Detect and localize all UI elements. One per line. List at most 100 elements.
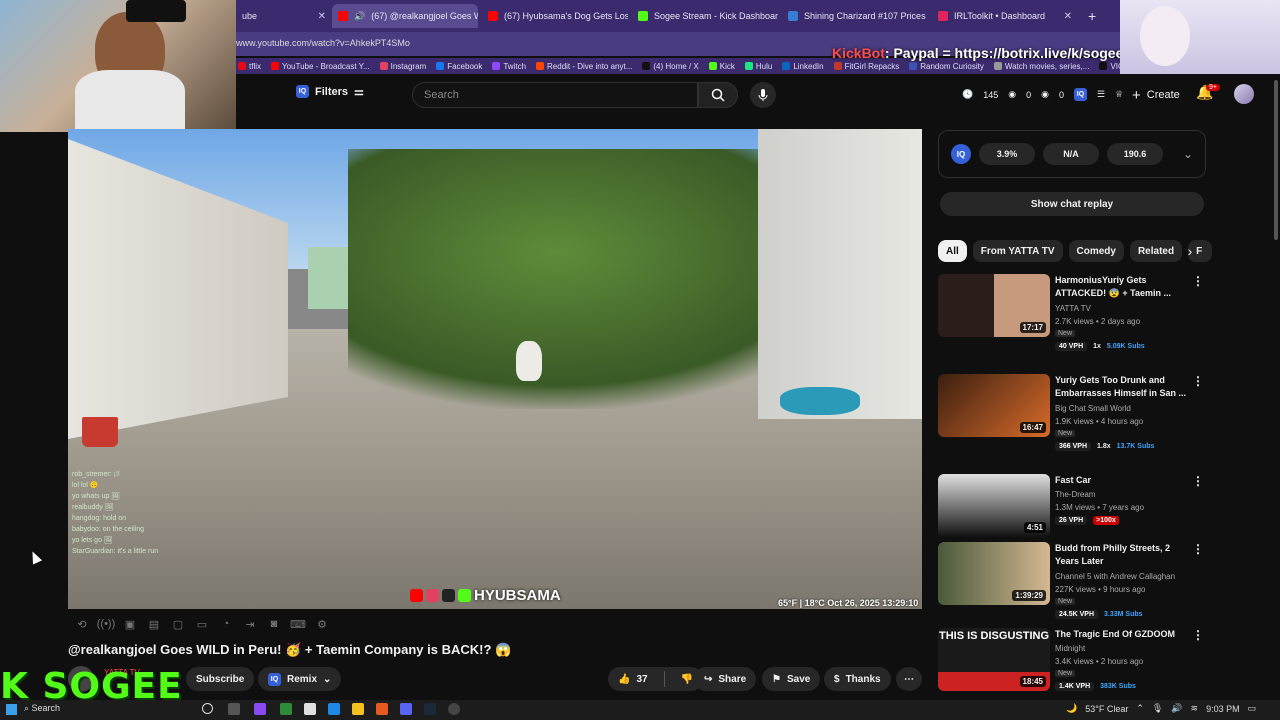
filters-button[interactable]: IQ Filters ⚌ [296, 85, 364, 98]
rec-channel[interactable]: Channel 5 with Andrew Callaghan [1055, 572, 1175, 581]
browser-tab-4[interactable]: Shining Charizard #107 Prices |✕ [782, 4, 928, 28]
url-text[interactable]: www.youtube.com/watch?v=AhkekPT4SMo [236, 38, 410, 48]
share-button[interactable]: ↪ Share [694, 667, 757, 691]
chip-related[interactable]: Related [1129, 240, 1183, 262]
like-button[interactable]: 👍 37 [608, 667, 658, 691]
rec-channel[interactable]: Big Chat Small World [1055, 404, 1131, 413]
discord-icon[interactable] [400, 703, 412, 715]
volume-icon[interactable]: 🔊 [1171, 703, 1182, 714]
rec-channel[interactable]: YATTA TV [1055, 304, 1091, 313]
bookmark-item[interactable]: Random Curiosity [909, 62, 984, 71]
bookmark-item[interactable]: LinkedIn [782, 62, 824, 71]
rec-title[interactable]: The Tragic End Of GZDOOM [1055, 628, 1190, 641]
more-actions-button[interactable]: ⋯ [896, 667, 922, 691]
rec-channel[interactable]: The-Dream [1055, 490, 1095, 499]
more-vert-icon[interactable]: ⋮ [1192, 628, 1204, 642]
chip-comedy[interactable]: Comedy [1068, 240, 1124, 262]
weather-text[interactable]: 53°F Clear [1085, 704, 1128, 714]
bookmark-item[interactable]: Facebook [436, 62, 482, 71]
gear-icon[interactable]: ⚙ [314, 617, 330, 631]
browser-tab-2[interactable]: (67) Hyubsama's Dog Gets Lost✕ [482, 4, 628, 28]
chevron-down-icon[interactable]: ⌄ [1183, 147, 1193, 161]
save-button[interactable]: ⚑ Save [762, 667, 821, 691]
video-thumbnail[interactable]: 17:17 [938, 274, 1050, 337]
browser-tab-5[interactable]: IRLToolkit • Dashboard ✕ [932, 4, 1078, 28]
windows-start-icon[interactable] [6, 704, 17, 715]
app-icon-blue[interactable] [328, 703, 340, 715]
more-vert-icon[interactable]: ⋮ [1192, 474, 1204, 488]
wifi-icon[interactable]: ≋ [1191, 703, 1199, 714]
loop-icon[interactable]: ⟲ [74, 617, 90, 631]
show-chat-replay-button[interactable]: Show chat replay [940, 192, 1204, 216]
video-player[interactable]: rob_stremer: ¡!! lol lol 🙃 yo whats up 🖼… [68, 129, 922, 609]
widgets-icon[interactable] [228, 703, 240, 715]
speed-icon[interactable]: ◔ [218, 617, 234, 631]
chevron-up-icon[interactable]: ⌃ [1136, 703, 1144, 714]
bookmark-item[interactable]: tflix [238, 62, 261, 71]
recommended-video[interactable]: 4:51 Fast Car The-Dream 1.3M views • 7 y… [938, 474, 1208, 540]
wireless-icon[interactable]: ((•)) [97, 617, 116, 631]
notifications-icon[interactable]: ▭ [1248, 703, 1257, 714]
recommended-video[interactable]: 17:17 HarmoniusYuriy Gets ATTACKED! 😨 + … [938, 274, 1208, 351]
more-vert-icon[interactable]: ⋮ [1192, 374, 1204, 388]
close-icon[interactable]: ✕ [318, 11, 326, 22]
close-icon[interactable]: ✕ [1064, 11, 1072, 22]
browser-tab-active[interactable]: 🔊(67) @realkangjoel Goes Wi✕ [332, 4, 478, 28]
app-icon-orange[interactable] [376, 703, 388, 715]
more-vert-icon[interactable]: ⋮ [1192, 274, 1204, 288]
rec-title[interactable]: HarmoniusYuriy Gets ATTACKED! 😨 + Taemin… [1055, 274, 1190, 300]
pip-icon[interactable]: ▢ [170, 617, 186, 631]
recommended-video[interactable]: 1:39:29 Budd from Philly Streets, 2 Year… [938, 542, 1208, 619]
voice-search-button[interactable] [750, 82, 776, 108]
rec-title[interactable]: Budd from Philly Streets, 2 Years Later [1055, 542, 1190, 568]
thanks-button[interactable]: $ Thanks [824, 667, 891, 691]
chip-from-channel[interactable]: From YATTA TV [972, 240, 1063, 262]
subscribe-button[interactable]: Subscribe [186, 667, 255, 691]
video-thumbnail[interactable]: 4:51 [938, 474, 1050, 537]
task-view-icon[interactable] [202, 703, 213, 714]
screenshot-icon[interactable]: ▣ [122, 617, 138, 631]
search-input[interactable]: Search [412, 82, 698, 108]
recommended-video[interactable]: THIS IS DISGUSTING 18:45 The Tragic End … [938, 628, 1208, 694]
theater-icon[interactable]: ▭ [194, 617, 210, 631]
video-thumbnail[interactable]: 16:47 [938, 374, 1050, 437]
search-button[interactable] [698, 82, 738, 108]
list-icon[interactable]: ☰ [1097, 89, 1105, 100]
rec-title[interactable]: Yuriy Gets Too Drunk and Embarrasses Him… [1055, 374, 1190, 400]
clock-text[interactable]: 9:03 PM [1206, 704, 1240, 714]
film-icon[interactable]: ▤ [146, 617, 162, 631]
rec-title[interactable]: Fast Car [1055, 474, 1190, 487]
forward-icon[interactable]: ⇥ [242, 617, 258, 631]
bookmark-item[interactable]: FitGirl Repacks [833, 62, 899, 71]
browser-tab-3[interactable]: Sogee Stream - Kick Dashboard✕ [632, 4, 778, 28]
rec-channel[interactable]: Midnight [1055, 644, 1085, 653]
new-tab-button[interactable]: + [1082, 4, 1106, 28]
bookmark-item[interactable]: Watch movies, series,... [993, 62, 1089, 71]
bookmark-item[interactable]: Instagram [379, 62, 426, 71]
page-scrollbar[interactable] [1274, 80, 1278, 240]
camera-icon[interactable]: ◙ [266, 617, 282, 631]
browser-icon[interactable] [254, 703, 266, 715]
taskbar-search[interactable]: ⌕ Search [24, 703, 60, 714]
app-icon-green[interactable] [280, 703, 292, 715]
bookmark-item[interactable]: Hulu [744, 62, 772, 71]
remix-button[interactable]: IQ Remix ⌄ [258, 667, 342, 691]
create-button[interactable]: + Create [1124, 83, 1188, 107]
file-explorer-icon[interactable] [352, 703, 364, 715]
user-avatar[interactable] [1234, 84, 1254, 104]
speaker-icon[interactable]: 🔊 [354, 11, 365, 22]
bookmark-item[interactable]: YouTube - Broadcast Y... [271, 62, 370, 71]
bookmark-item[interactable]: Reddit - Dive into anyt... [536, 62, 632, 71]
obs-icon[interactable] [448, 703, 460, 715]
video-thumbnail[interactable]: THIS IS DISGUSTING 18:45 [938, 628, 1050, 691]
video-thumbnail[interactable]: 1:39:29 [938, 542, 1050, 605]
recommended-video[interactable]: 16:47 Yuriy Gets Too Drunk and Embarrass… [938, 374, 1208, 451]
iq-icon[interactable]: IQ [1074, 88, 1087, 101]
keyboard-icon[interactable]: ⌨ [290, 617, 306, 631]
chip-all[interactable]: All [938, 240, 967, 262]
microphone-icon[interactable]: 🎙 [1152, 703, 1163, 714]
chevron-right-icon[interactable]: › [1180, 240, 1200, 262]
steam-icon[interactable] [424, 703, 436, 715]
trophy-icon[interactable]: ♕ [1115, 89, 1123, 100]
browser-tab-0[interactable]: ube ✕ [236, 4, 332, 28]
